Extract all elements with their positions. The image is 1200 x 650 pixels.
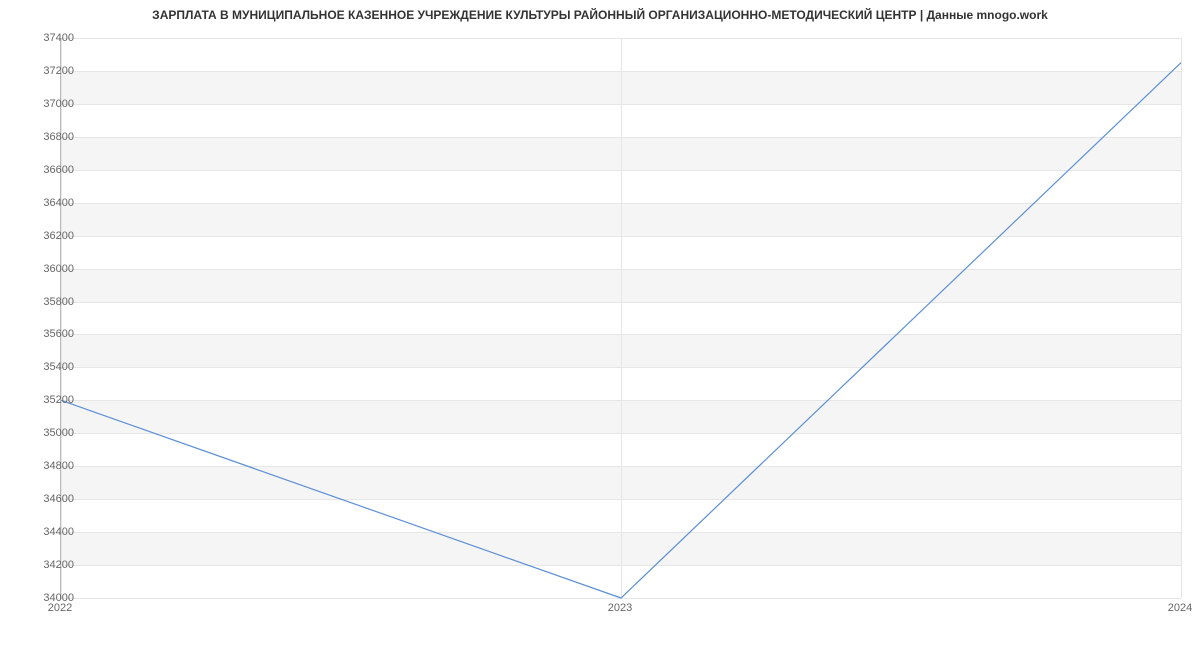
y-tick-label: 36200	[24, 230, 74, 242]
y-tick-label: 36600	[24, 164, 74, 176]
y-tick-label: 34600	[24, 493, 74, 505]
x-tick-label: 2023	[608, 602, 632, 614]
y-tick-label: 34200	[24, 559, 74, 571]
y-tick-label: 35400	[24, 361, 74, 373]
y-tick-label: 37000	[24, 98, 74, 110]
y-tick-label: 36800	[24, 131, 74, 143]
x-tick-label: 2024	[1168, 602, 1192, 614]
y-tick-label: 36000	[24, 263, 74, 275]
chart-title: ЗАРПЛАТА В МУНИЦИПАЛЬНОЕ КАЗЕННОЕ УЧРЕЖД…	[0, 8, 1200, 22]
y-tick-label: 37200	[24, 65, 74, 77]
y-tick-label: 37400	[24, 32, 74, 44]
line-series	[61, 38, 1181, 598]
plot-area	[60, 38, 1181, 599]
y-tick-label: 35000	[24, 427, 74, 439]
y-tick-label: 36400	[24, 197, 74, 209]
y-tick-label: 34800	[24, 460, 74, 472]
chart-container: ЗАРПЛАТА В МУНИЦИПАЛЬНОЕ КАЗЕННОЕ УЧРЕЖД…	[0, 0, 1200, 650]
y-tick-label: 35600	[24, 328, 74, 340]
y-tick-label: 34400	[24, 526, 74, 538]
y-tick-label: 35200	[24, 394, 74, 406]
y-tick-label: 35800	[24, 296, 74, 308]
x-gridline	[1181, 38, 1182, 598]
x-tick-label: 2022	[48, 602, 72, 614]
